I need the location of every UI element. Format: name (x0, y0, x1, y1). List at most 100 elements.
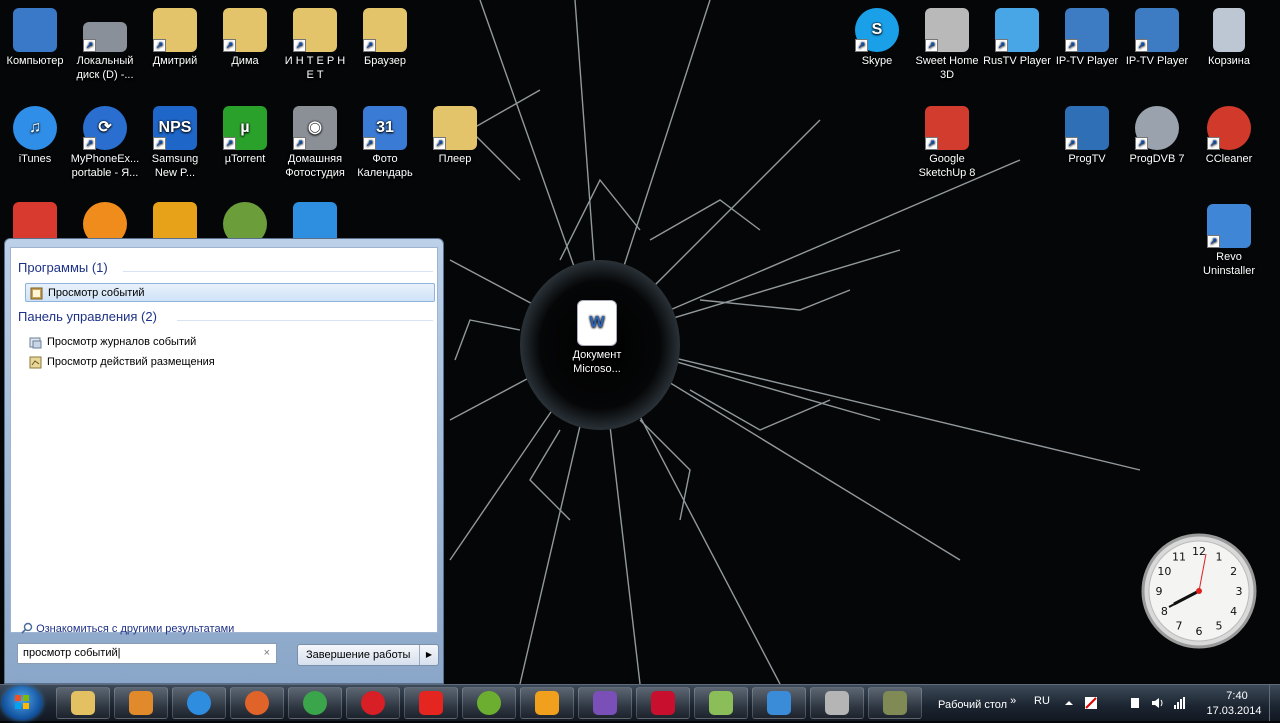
result-view-placement-actions[interactable]: Просмотр действий размещения (25, 353, 435, 372)
desktop-icon-sweet-home[interactable]: ↗ Sweet Home 3D (912, 8, 982, 82)
taskbar-firefox-button[interactable] (230, 687, 284, 719)
kaspersky-icon (651, 691, 675, 715)
desktop-icon-browser[interactable]: ↗ Браузер (350, 8, 420, 68)
taskbar-internet-explorer-button[interactable] (172, 687, 226, 719)
taskbar-app-person-button[interactable] (868, 687, 922, 719)
taskbar-kaspersky-button[interactable] (636, 687, 690, 719)
desktop-icon-photo-calendar[interactable]: 31 ↗ Фото Календарь (350, 106, 420, 180)
desktop-icon-label: И Н Т Е Р Н Е Т (284, 55, 346, 81)
shortcut-arrow-icon: ↗ (223, 39, 236, 52)
skype-icon: S ↗ (855, 8, 899, 52)
desktop-toolbar-label: Рабочий стол (938, 699, 1008, 711)
desktop-icon-label: iTunes (18, 153, 52, 165)
house-icon: ↗ (925, 8, 969, 52)
toolbar-chevron-icon[interactable]: » (1010, 695, 1016, 707)
shortcut-arrow-icon: ↗ (153, 39, 166, 52)
desktop-icon-iptv-1[interactable]: ↗ IP-TV Player (1052, 8, 1122, 68)
language-indicator[interactable]: RU (1034, 695, 1050, 707)
desktop-icon-label: MyPhoneEx... portable - Я... (70, 153, 140, 179)
network-icon[interactable] (1172, 696, 1186, 710)
show-desktop-button[interactable] (1269, 685, 1280, 721)
desktop-icon-dima[interactable]: ↗ Дима (210, 8, 280, 68)
taskbar-media-player-button[interactable] (114, 687, 168, 719)
calendar-icon: 31 ↗ (363, 106, 407, 150)
app-phone-icon (825, 691, 849, 715)
event-viewer-icon (30, 287, 43, 300)
taskbar-app-envelope-button[interactable] (694, 687, 748, 719)
shutdown-button[interactable]: Завершение работы ▶ (297, 644, 439, 666)
desktop-icon-label: Документ Microso... (572, 349, 622, 375)
desktop-icon-revo[interactable]: ↗ Revo Uninstaller (1194, 204, 1264, 278)
see-more-results-link[interactable]: Ознакомиться с другими результатами (21, 622, 234, 635)
desktop-icon-label: Дмитрий (152, 55, 198, 67)
shutdown-options-arrow-icon[interactable]: ▶ (419, 645, 438, 665)
taskbar-chrome-button[interactable] (288, 687, 342, 719)
control-panel-group-header[interactable]: Панель управления (2) (18, 309, 157, 324)
taskbar-yandex-browser-button[interactable] (404, 687, 458, 719)
desktop-icon-progdvb[interactable]: ↗ ProgDVB 7 (1122, 106, 1192, 166)
app-green-ball-icon (477, 691, 501, 715)
show-hidden-icons-icon[interactable] (1062, 696, 1076, 710)
volume-icon[interactable] (1150, 696, 1164, 710)
result-view-event-logs[interactable]: Просмотр журналов событий (25, 333, 435, 352)
result-label: Просмотр действий размещения (47, 356, 215, 368)
nps-text: NPS (158, 119, 192, 136)
app-envelope-icon (709, 691, 733, 715)
taskbar-opera-button[interactable] (346, 687, 400, 719)
desktop-icon-sketchup[interactable]: ↗ Google SketchUp 8 (912, 106, 982, 180)
desktop-toolbar[interactable]: Рабочий стол » (938, 695, 1016, 711)
computer-icon (13, 8, 57, 52)
clear-search-icon[interactable]: × (264, 644, 270, 663)
device-icon[interactable] (1128, 696, 1142, 710)
programs-group-header[interactable]: Программы (1) (18, 260, 108, 275)
start-button[interactable] (2, 686, 42, 720)
desktop-icon-rustv[interactable]: ↗ RusTV Player (982, 8, 1052, 68)
desktop-icon-word-document[interactable]: W Документ Microso... (562, 300, 632, 376)
taskbar-app-phone-button[interactable] (810, 687, 864, 719)
start-menu: Программы (1) Просмотр событий Панель уп… (4, 238, 444, 684)
desktop-icon-label: Корзина (1208, 55, 1250, 67)
taskbar-visual-studio-button[interactable] (578, 687, 632, 719)
desktop-icon-player[interactable]: ↗ Плеер (420, 106, 490, 166)
desktop-icon-itunes[interactable]: ♫ iTunes (0, 106, 70, 166)
taskbar-app-green-ball-button[interactable] (462, 687, 516, 719)
result-event-viewer[interactable]: Просмотр событий (25, 283, 435, 302)
word-w-text: W (589, 314, 605, 331)
desktop-icon-internet[interactable]: ↗ И Н Т Е Р Н Е Т (280, 8, 350, 82)
taskbar-clock-time[interactable]: 7:40 (1212, 690, 1262, 702)
desktop-icon-home-photostudio[interactable]: ◉ ↗ Домашняя Фотостудия (280, 106, 350, 180)
shortcut-arrow-icon: ↗ (925, 39, 938, 52)
desktop-icon-label: CCleaner (1205, 153, 1253, 165)
desktop-icon-dmitry[interactable]: ↗ Дмитрий (140, 8, 210, 68)
tv-icon: ↗ (1065, 106, 1109, 150)
desktop-icon-label: µTorrent (224, 153, 266, 165)
taskbar: Рабочий стол » RU 7:40 17.03.2014 (0, 684, 1280, 721)
desktop-icon-local-disk[interactable]: ↗ Локальный диск (D) -... (70, 8, 140, 82)
taskbar-explorer-button[interactable] (56, 687, 110, 719)
revo-uninstaller-icon: ↗ (1207, 204, 1251, 248)
opera-icon (361, 691, 385, 715)
desktop-icon-samsung[interactable]: NPS ↗ Samsung New P... (140, 106, 210, 180)
security-alert-icon[interactable] (1084, 696, 1098, 710)
utorrent-icon: µ ↗ (223, 106, 267, 150)
desktop-icon-recycle-bin[interactable]: Корзина (1194, 8, 1264, 68)
desktop-icon-computer[interactable]: Компьютер (0, 8, 70, 68)
media-player-icon (129, 691, 153, 715)
desktop-icon-myphoneexplorer[interactable]: ⟳ ↗ MyPhoneEx... portable - Я... (70, 106, 140, 180)
event-logs-icon (29, 337, 42, 349)
desktop-icon-skype[interactable]: S ↗ Skype (842, 8, 912, 68)
desktop-icon-iptv-2[interactable]: ↗ IP-TV Player (1122, 8, 1192, 68)
ccleaner-icon: ↗ (1207, 106, 1251, 150)
taskbar-app-network-button[interactable] (752, 687, 806, 719)
shortcut-arrow-icon: ↗ (83, 137, 96, 150)
clock-gadget[interactable]: 12 12 3 45678 9 1011 (1140, 532, 1258, 650)
desktop-icon-ccleaner[interactable]: ↗ CCleaner (1194, 106, 1264, 166)
app-network-icon (767, 691, 791, 715)
taskbar-app-orange-button[interactable] (520, 687, 574, 719)
tv-icon: ↗ (1065, 8, 1109, 52)
desktop-icon-label: RusTV Player (983, 55, 1051, 67)
desktop-icon-utorrent[interactable]: µ ↗ µTorrent (210, 106, 280, 166)
start-search-input[interactable]: просмотр событий| × (17, 643, 277, 664)
desktop-icon-progtv[interactable]: ↗ ProgTV (1052, 106, 1122, 166)
taskbar-clock-date[interactable]: 17.03.2014 (1202, 705, 1266, 717)
